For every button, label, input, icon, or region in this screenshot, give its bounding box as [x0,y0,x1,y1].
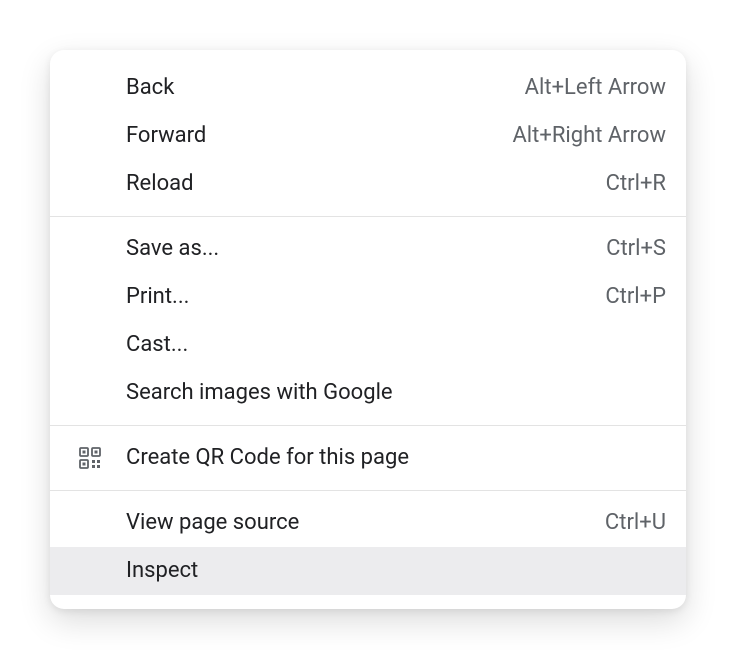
menu-item-forward[interactable]: Forward Alt+Right Arrow [50,112,686,160]
menu-separator [50,216,686,217]
menu-item-shortcut: Ctrl+P [605,284,666,309]
menu-item-shortcut: Alt+Left Arrow [525,75,666,100]
menu-item-shortcut: Ctrl+R [606,171,666,196]
menu-item-save-as[interactable]: Save as... Ctrl+S [50,225,686,273]
context-menu: Back Alt+Left Arrow Forward Alt+Right Ar… [50,50,686,609]
menu-item-inspect[interactable]: Inspect [50,547,686,595]
menu-item-label: Reload [126,171,590,196]
menu-item-shortcut: Alt+Right Arrow [512,123,666,148]
menu-item-label: Print... [126,284,589,309]
menu-item-create-qr-code[interactable]: Create QR Code for this page [50,434,686,482]
qr-code-icon [70,446,110,470]
menu-item-back[interactable]: Back Alt+Left Arrow [50,64,686,112]
menu-item-view-page-source[interactable]: View page source Ctrl+U [50,499,686,547]
menu-item-search-images[interactable]: Search images with Google [50,369,686,417]
menu-separator [50,425,686,426]
menu-item-shortcut: Ctrl+U [605,510,666,535]
menu-item-label: Forward [126,123,496,148]
menu-item-label: Search images with Google [126,380,650,405]
menu-item-label: Inspect [126,558,650,583]
menu-item-label: Save as... [126,236,590,261]
menu-item-label: Back [126,75,509,100]
menu-item-label: Cast... [126,332,650,357]
menu-item-label: View page source [126,510,589,535]
menu-separator [50,490,686,491]
menu-item-print[interactable]: Print... Ctrl+P [50,273,686,321]
menu-item-reload[interactable]: Reload Ctrl+R [50,160,686,208]
menu-item-shortcut: Ctrl+S [606,236,666,261]
menu-item-cast[interactable]: Cast... [50,321,686,369]
menu-item-label: Create QR Code for this page [126,445,650,470]
